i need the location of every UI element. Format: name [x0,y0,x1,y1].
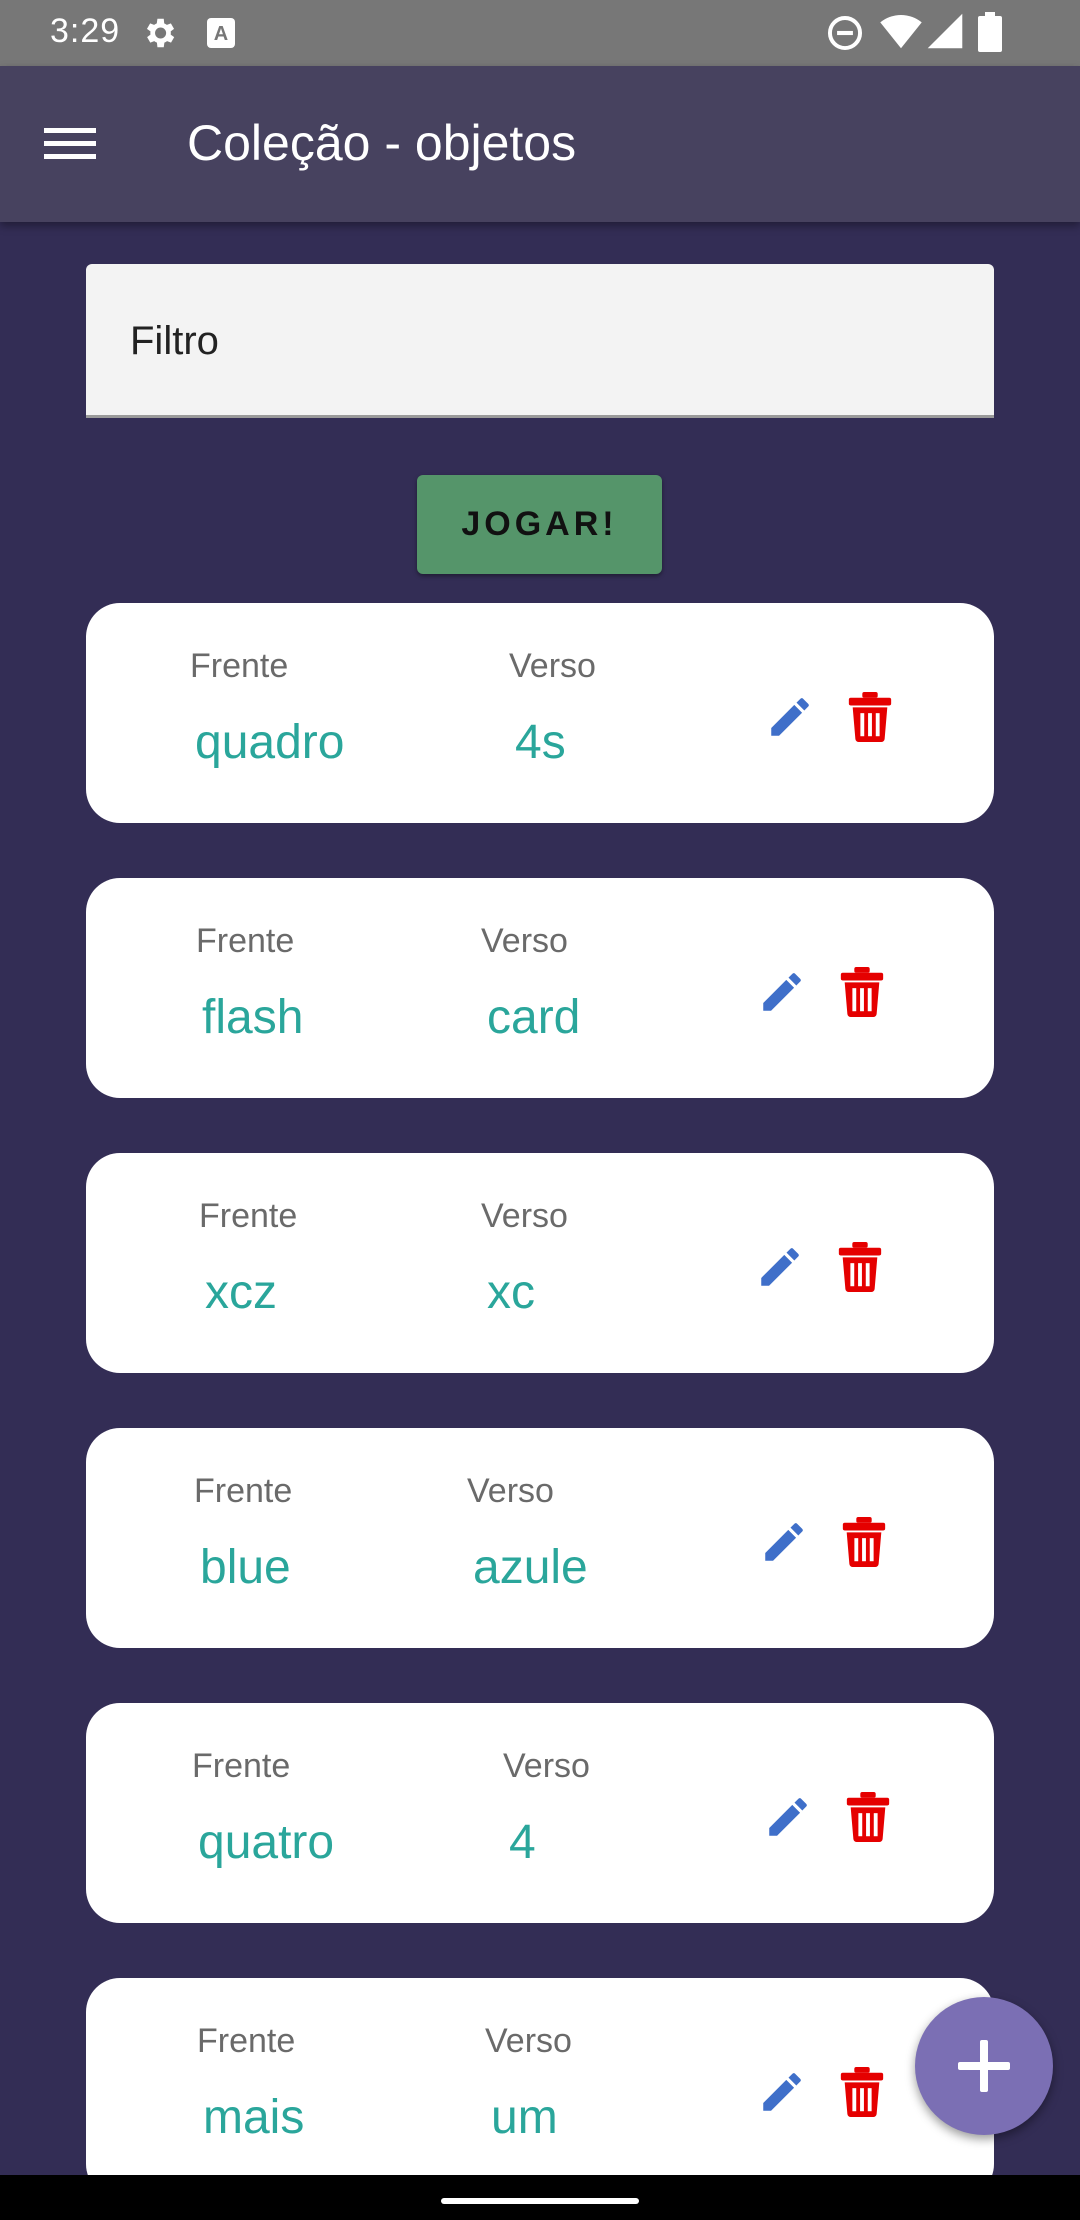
filter-label: Filtro [130,319,219,363]
delete-icon[interactable] [836,1514,892,1570]
front-label: Frente [192,1747,291,1785]
back-value: xc [487,1266,535,1319]
edit-icon[interactable] [756,1514,812,1570]
home-gesture-handle[interactable] [441,2198,639,2204]
status-bar: 3:29 A [0,0,1080,66]
delete-icon[interactable] [834,964,890,1020]
delete-icon[interactable] [842,689,898,745]
edit-icon[interactable] [754,2064,810,2120]
status-time: 3:29 [50,12,121,50]
a-icon: A [205,16,237,55]
signal-icon [926,12,964,55]
edit-icon[interactable] [754,964,810,1020]
back-label: Verso [481,1197,568,1235]
delete-icon[interactable] [840,1789,896,1845]
add-card-button[interactable] [915,1997,1053,2135]
front-value: blue [200,1541,291,1594]
front-label: Frente [199,1197,298,1235]
flashcard-item: Frente Verso quadro 4s [86,603,994,823]
front-label: Frente [196,922,295,960]
svg-text:A: A [214,23,228,45]
front-value: mais [203,2091,305,2144]
flashcard-item: Frente Verso blue azule [86,1428,994,1648]
back-value: azule [473,1541,588,1594]
delete-icon[interactable] [834,2064,890,2120]
gear-icon [140,14,178,57]
flashcard-item: Frente Verso flash card [86,878,994,1098]
back-label: Verso [485,2022,572,2060]
back-label: Verso [503,1747,590,1785]
page-title: Coleção - objetos [187,115,577,171]
flashcard-item: Frente Verso mais um [86,1978,994,2198]
flashcard-item: Frente Verso quatro 4 [86,1703,994,1923]
system-navigation-bar [0,2175,1080,2220]
delete-icon[interactable] [832,1239,888,1295]
edit-icon[interactable] [752,1239,808,1295]
wifi-icon [880,12,922,55]
front-value: quadro [195,716,345,769]
flashcard-item: Frente Verso xcz xc [86,1153,994,1373]
filter-input[interactable]: Filtro [86,264,994,418]
front-value: xcz [205,1266,277,1319]
edit-icon[interactable] [760,1789,816,1845]
front-label: Frente [190,647,289,685]
battery-icon [978,12,1002,57]
hamburger-menu-icon[interactable] [30,108,110,180]
plus-icon [954,2036,1014,2096]
app-bar: Coleção - objetos [0,66,1080,222]
back-value: 4 [509,1816,536,1869]
back-value: card [487,991,581,1044]
play-button[interactable]: JOGAR! [417,475,662,574]
back-value: um [491,2091,558,2144]
front-value: flash [202,991,304,1044]
front-value: quatro [198,1816,335,1869]
back-value: 4s [515,716,566,769]
dnd-icon [826,14,864,57]
edit-icon[interactable] [762,689,818,745]
front-label: Frente [197,2022,296,2060]
back-label: Verso [467,1472,554,1510]
back-label: Verso [509,647,596,685]
front-label: Frente [194,1472,293,1510]
back-label: Verso [481,922,568,960]
